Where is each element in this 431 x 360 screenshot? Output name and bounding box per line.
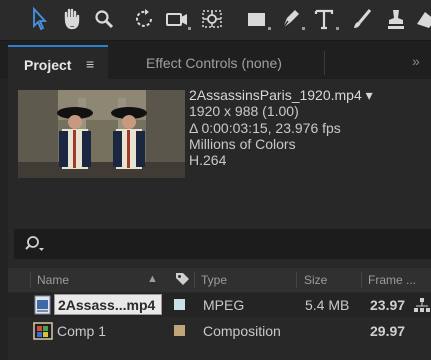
- project-item-row[interactable]: 2Assass...mp4 MPEG 5.4 MB 23.97: [8, 293, 431, 317]
- network-icon: [414, 298, 430, 312]
- pan-behind-tool-icon[interactable]: [200, 6, 224, 32]
- camera-tool-icon[interactable]: [165, 6, 191, 32]
- tab-divider: [324, 51, 325, 75]
- project-item-row[interactable]: Comp 1 Composition 29.97: [8, 319, 431, 343]
- tools-toolbar: [0, 0, 431, 41]
- footage-codec: H.264: [189, 152, 227, 169]
- clone-stamp-tool-icon[interactable]: [384, 6, 408, 32]
- item-size: 5.4 MB: [305, 297, 350, 313]
- search-icon[interactable]: [24, 234, 46, 254]
- sort-ascending-icon[interactable]: ▲: [147, 273, 158, 285]
- item-type: Composition: [203, 323, 281, 339]
- rectangle-tool-icon[interactable]: [245, 6, 271, 32]
- panel-menu-icon[interactable]: ≡: [86, 56, 94, 72]
- column-header: Name ▲ Type Size Frame ...: [8, 268, 431, 292]
- rotation-tool-icon[interactable]: [133, 6, 157, 32]
- footage-thumbnail: [18, 90, 185, 178]
- tag-icon[interactable]: [174, 271, 190, 290]
- footage-duration: Δ 0:00:03:15, 23.976 fps: [189, 119, 341, 136]
- footage-info: 2AssassinsParis_1920.mp4 ▾ 1920 x 988 (1…: [189, 87, 373, 168]
- label-color-swatch[interactable]: [174, 325, 185, 336]
- tab-project-label: Project: [24, 57, 72, 73]
- item-name-editing[interactable]: 2Assass...mp4: [54, 294, 162, 315]
- footage-icon: [34, 295, 51, 315]
- tab-effect-controls-label: Effect Controls (none): [146, 55, 282, 71]
- item-name[interactable]: Comp 1: [57, 323, 106, 339]
- search-field[interactable]: [14, 229, 431, 259]
- column-frame-rate[interactable]: Frame ...: [368, 273, 416, 287]
- zoom-tool-icon[interactable]: [92, 6, 116, 32]
- hand-tool-icon[interactable]: [60, 6, 84, 32]
- item-frame-rate: 29.97: [370, 323, 406, 339]
- label-color-swatch[interactable]: [174, 299, 185, 310]
- column-size[interactable]: Size: [304, 273, 327, 287]
- eraser-tool-icon[interactable]: [415, 6, 431, 32]
- project-panel: 2AssassinsParis_1920.mp4 ▾ 1920 x 988 (1…: [8, 79, 431, 360]
- footage-filename[interactable]: 2AssassinsParis_1920.mp4 ▾: [189, 87, 373, 103]
- footage-dimensions: 1920 x 988 (1.00): [189, 103, 299, 120]
- selection-tool-icon[interactable]: [26, 6, 50, 32]
- tab-overflow-icon[interactable]: »: [412, 53, 420, 69]
- footage-colors: Millions of Colors: [189, 135, 296, 152]
- column-name[interactable]: Name: [37, 273, 69, 287]
- panel-tab-strip: Project ≡ Effect Controls (none) »: [0, 41, 431, 79]
- item-type: MPEG: [203, 297, 245, 313]
- tab-effect-controls[interactable]: Effect Controls (none): [110, 45, 320, 79]
- item-frame-rate: 23.97: [370, 297, 406, 313]
- brush-tool-icon[interactable]: [350, 6, 374, 32]
- tab-project[interactable]: Project ≡: [8, 45, 108, 79]
- item-name[interactable]: 2Assass...mp4: [58, 297, 155, 313]
- type-tool-icon[interactable]: [313, 6, 339, 32]
- pen-tool-icon[interactable]: [279, 6, 305, 32]
- composition-icon: [33, 322, 53, 340]
- column-type[interactable]: Type: [201, 273, 227, 287]
